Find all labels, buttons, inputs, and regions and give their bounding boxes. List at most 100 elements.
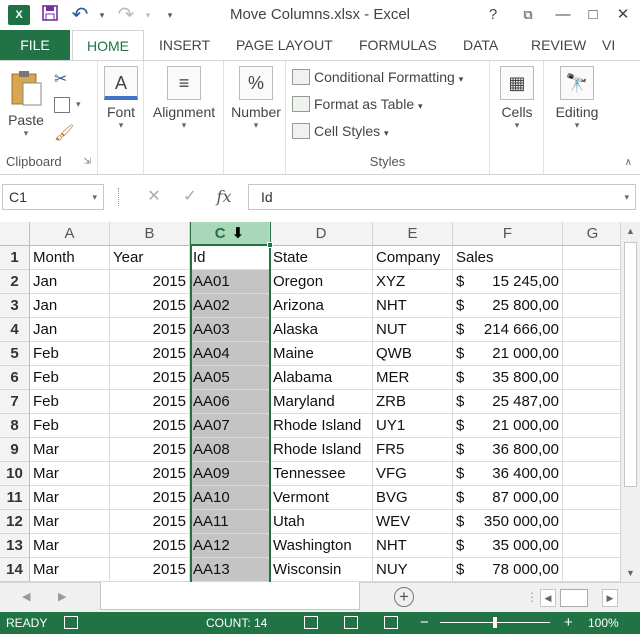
row-header-9[interactable]: 9 — [0, 438, 30, 462]
cell-g12[interactable] — [563, 510, 620, 534]
cell-a3[interactable]: Jan — [30, 294, 110, 318]
cell-g2[interactable] — [563, 270, 620, 294]
row-header-8[interactable]: 8 — [0, 414, 30, 438]
cell-a1[interactable]: Month — [30, 246, 110, 270]
conditional-formatting-button[interactable]: Conditional Formatting ▾ — [292, 66, 463, 88]
cell-g8[interactable] — [563, 414, 620, 438]
cell-d3[interactable]: Arizona — [270, 294, 373, 318]
enter-icon[interactable]: ✓ — [178, 186, 202, 208]
normal-view-icon[interactable] — [304, 616, 318, 629]
cell-g3[interactable] — [563, 294, 620, 318]
cell-e1[interactable]: Company — [373, 246, 453, 270]
tab-insert[interactable]: INSERT — [145, 30, 224, 60]
cell-g9[interactable] — [563, 438, 620, 462]
cell-c4[interactable]: AA03 — [190, 318, 270, 342]
cell-b14[interactable]: 2015 — [110, 558, 190, 582]
cell-f5[interactable]: $21 000,00 — [453, 342, 563, 366]
horizontal-scroll-thumb[interactable] — [560, 589, 588, 607]
cell-g7[interactable] — [563, 390, 620, 414]
cell-c9[interactable]: AA08 — [190, 438, 270, 462]
horizontal-scrollbar[interactable]: ◀ ▶ — [540, 589, 620, 607]
cell-d7[interactable]: Maryland — [270, 390, 373, 414]
cell-e14[interactable]: NUY — [373, 558, 453, 582]
zoom-in-button[interactable]: + — [564, 612, 573, 634]
cell-g14[interactable] — [563, 558, 620, 582]
scroll-up-icon[interactable]: ▲ — [621, 222, 640, 240]
row-header-3[interactable]: 3 — [0, 294, 30, 318]
sheet-tab[interactable] — [100, 582, 360, 610]
row-header-6[interactable]: 6 — [0, 366, 30, 390]
cell-c14[interactable]: AA13 — [190, 558, 270, 582]
row-header-13[interactable]: 13 — [0, 534, 30, 558]
cell-g6[interactable] — [563, 366, 620, 390]
next-sheet-icon[interactable]: ▶ — [58, 590, 66, 603]
zoom-slider-thumb[interactable] — [493, 617, 497, 628]
cell-c3[interactable]: AA02 — [190, 294, 270, 318]
format-painter-icon[interactable]: 🖌 — [54, 123, 74, 143]
maximize-button[interactable]: □ — [580, 4, 606, 26]
cell-b7[interactable]: 2015 — [110, 390, 190, 414]
cell-b13[interactable]: 2015 — [110, 534, 190, 558]
copy-dropdown-icon[interactable]: ▾ — [76, 99, 81, 110]
row-header-14[interactable]: 14 — [0, 558, 30, 582]
cell-a4[interactable]: Jan — [30, 318, 110, 342]
cell-a5[interactable]: Feb — [30, 342, 110, 366]
cell-b8[interactable]: 2015 — [110, 414, 190, 438]
cell-d8[interactable]: Rhode Island — [270, 414, 373, 438]
cell-f13[interactable]: $35 000,00 — [453, 534, 563, 558]
cell-g4[interactable] — [563, 318, 620, 342]
cell-d6[interactable]: Alabama — [270, 366, 373, 390]
cell-e8[interactable]: UY1 — [373, 414, 453, 438]
alignment-button[interactable]: ≡ Alignment ▾ — [149, 66, 219, 131]
formula-input[interactable]: Id ▾ — [248, 184, 636, 210]
cell-b1[interactable]: Year — [110, 246, 190, 270]
cell-b4[interactable]: 2015 — [110, 318, 190, 342]
formula-bar-splitter[interactable] — [118, 188, 122, 206]
ribbon-display-options-icon[interactable]: ⧉ — [515, 4, 541, 26]
row-header-5[interactable]: 5 — [0, 342, 30, 366]
cell-f14[interactable]: $78 000,00 — [453, 558, 563, 582]
column-header-f[interactable]: F — [453, 222, 563, 246]
cell-e11[interactable]: BVG — [373, 486, 453, 510]
worksheet-grid[interactable]: A B C ⬇ D E F G 1 Month Year Id State Company Sales 2 Ja… — [0, 222, 620, 582]
zoom-out-button[interactable]: − — [420, 612, 429, 634]
row-header-12[interactable]: 12 — [0, 510, 30, 534]
scroll-left-icon[interactable]: ◀ — [540, 589, 556, 607]
cell-b9[interactable]: 2015 — [110, 438, 190, 462]
cell-e13[interactable]: NHT — [373, 534, 453, 558]
cell-a9[interactable]: Mar — [30, 438, 110, 462]
tab-page-layout[interactable]: PAGE LAYOUT — [222, 30, 347, 60]
cell-c7[interactable]: AA06 — [190, 390, 270, 414]
cell-a2[interactable]: Jan — [30, 270, 110, 294]
cell-b2[interactable]: 2015 — [110, 270, 190, 294]
column-header-b[interactable]: B — [110, 222, 190, 246]
cell-f10[interactable]: $36 400,00 — [453, 462, 563, 486]
tab-file[interactable]: FILE — [0, 30, 70, 60]
cell-a7[interactable]: Feb — [30, 390, 110, 414]
cell-g10[interactable] — [563, 462, 620, 486]
tab-data[interactable]: DATA — [449, 30, 512, 60]
copy-icon[interactable] — [54, 97, 70, 113]
cell-e2[interactable]: XYZ — [373, 270, 453, 294]
cell-e5[interactable]: QWB — [373, 342, 453, 366]
cell-d13[interactable]: Washington — [270, 534, 373, 558]
cell-d9[interactable]: Rhode Island — [270, 438, 373, 462]
cell-b6[interactable]: 2015 — [110, 366, 190, 390]
cell-d4[interactable]: Alaska — [270, 318, 373, 342]
vertical-scrollbar[interactable]: ▲ ▼ — [620, 222, 640, 582]
new-sheet-button[interactable]: + — [394, 587, 414, 607]
cell-e6[interactable]: MER — [373, 366, 453, 390]
cell-d10[interactable]: Tennessee — [270, 462, 373, 486]
select-all-corner[interactable] — [0, 222, 30, 246]
previous-sheet-icon[interactable]: ◀ — [22, 590, 30, 603]
cell-a8[interactable]: Feb — [30, 414, 110, 438]
cell-d12[interactable]: Utah — [270, 510, 373, 534]
cell-a13[interactable]: Mar — [30, 534, 110, 558]
cell-b5[interactable]: 2015 — [110, 342, 190, 366]
page-break-preview-icon[interactable] — [384, 616, 398, 629]
cell-a14[interactable]: Mar — [30, 558, 110, 582]
format-as-table-button[interactable]: Format as Table ▾ — [292, 93, 423, 115]
close-button[interactable]: ✕ — [610, 4, 636, 26]
cell-e12[interactable]: WEV — [373, 510, 453, 534]
collapse-ribbon-icon[interactable]: ∧ — [625, 157, 632, 168]
